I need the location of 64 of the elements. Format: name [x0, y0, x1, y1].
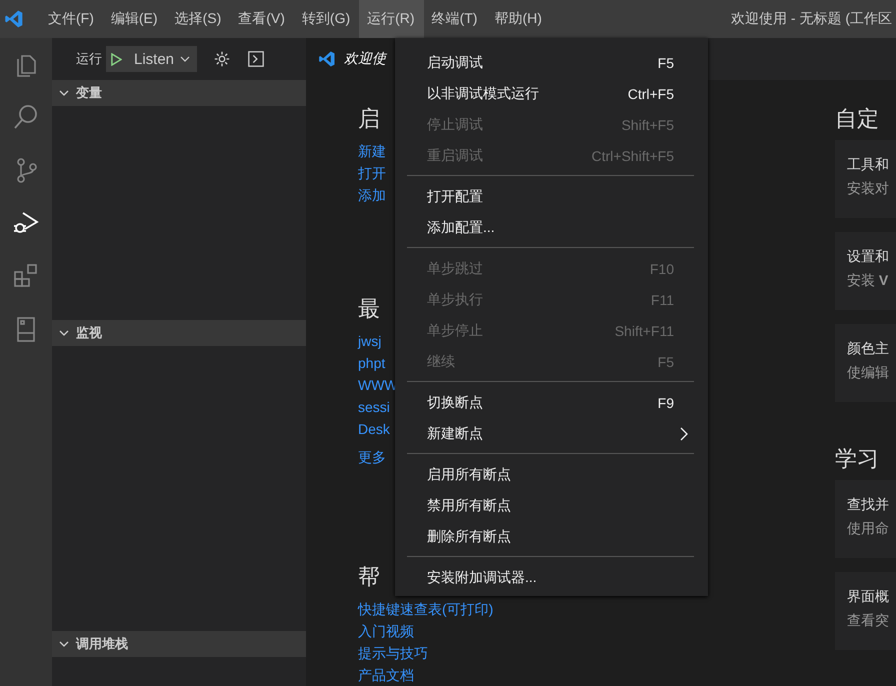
- link[interactable]: 打开: [358, 162, 386, 184]
- card-title: 设置和: [847, 248, 890, 266]
- chevron-down-icon: [180, 56, 190, 62]
- card-title: 查找并: [847, 496, 890, 514]
- extensions-icon[interactable]: [12, 262, 40, 290]
- card-text: 使用命: [847, 520, 890, 538]
- card-background[interactable]: 工具和 安装对: [835, 140, 896, 218]
- section-header[interactable]: 变量: [52, 80, 306, 106]
- section-header[interactable]: 监视: [52, 320, 306, 346]
- card-title: 工具和: [847, 156, 890, 174]
- menu-bar-item[interactable]: 终端(T): [424, 0, 486, 38]
- section-heading: 最: [358, 295, 380, 323]
- section-header[interactable]: 调用堆栈: [52, 631, 306, 657]
- card-text: 安装对: [847, 180, 890, 198]
- menu-bar-item[interactable]: 文件(F): [40, 0, 103, 38]
- section-heading: 自定: [835, 105, 879, 133]
- card-text: 查看突: [847, 612, 890, 630]
- link[interactable]: jwsj: [358, 330, 382, 352]
- menu-item[interactable]: 禁用所有断点: [395, 490, 708, 521]
- link[interactable]: sessi: [358, 396, 390, 418]
- menu-item[interactable]: 添加配置...: [395, 212, 708, 243]
- menu-bar-item[interactable]: 运行(R): [359, 0, 424, 38]
- search-icon[interactable]: [12, 103, 40, 131]
- link[interactable]: 入门视频: [358, 620, 414, 642]
- section-heading: 启: [358, 105, 380, 133]
- card-background[interactable]: 设置和 安装 V: [835, 232, 896, 310]
- link[interactable]: 产品文档: [358, 664, 414, 686]
- link[interactable]: 新建: [358, 140, 386, 162]
- menu-item[interactable]: 删除所有断点: [395, 521, 708, 552]
- window-title: 欢迎使用 - 无标题 (工作区: [731, 10, 893, 28]
- menu-bar-item[interactable]: 帮助(H): [486, 0, 551, 38]
- link[interactable]: 提示与技巧: [358, 642, 428, 664]
- terminal-icon[interactable]: [247, 50, 266, 68]
- link[interactable]: 快捷键速查表(可打印): [358, 598, 494, 620]
- link[interactable]: Desk: [358, 418, 390, 440]
- menu-item[interactable]: 启用所有断点: [395, 459, 708, 490]
- launch-config-dropdown[interactable]: Listen: [106, 46, 198, 72]
- menu-item[interactable]: 安装附加调试器...: [395, 562, 708, 593]
- card-background[interactable]: 颜色主 使编辑: [835, 324, 896, 402]
- link[interactable]: 添加: [358, 184, 386, 206]
- more-link[interactable]: 更多: [358, 446, 386, 468]
- menu-item[interactable]: 打开配置: [395, 181, 708, 212]
- play-icon: [111, 52, 122, 66]
- section-heading: 帮: [358, 563, 380, 591]
- app-logo-icon: [4, 9, 24, 29]
- menu-bar-item[interactable]: 查看(V): [230, 0, 294, 38]
- menu-item[interactable]: 切换断点 F9: [395, 387, 708, 418]
- menu-item[interactable]: 以非调试模式运行 Ctrl+F5: [395, 78, 708, 109]
- card-background[interactable]: 查找并 使用命: [835, 480, 896, 558]
- settings-icon[interactable]: [213, 50, 232, 68]
- card-title: 颜色主: [847, 340, 890, 358]
- card-title: 界面概: [847, 588, 890, 606]
- app-logo-icon: [318, 50, 336, 68]
- sidebar-title: 运行: [76, 50, 102, 68]
- card-text: 使编辑: [847, 364, 890, 382]
- chevron-right-icon: [680, 426, 688, 440]
- card-text: 安装 V: [847, 272, 890, 290]
- link[interactable]: phpt: [358, 352, 386, 374]
- menu-bar-item[interactable]: 编辑(E): [102, 0, 167, 38]
- section-heading: 学习: [835, 445, 879, 473]
- card-background[interactable]: 界面概 查看突: [835, 572, 896, 650]
- menu-item[interactable]: 新建断点: [395, 418, 708, 449]
- menu-bar-item[interactable]: 选择(S): [166, 0, 230, 38]
- menu-bar-item[interactable]: 转到(G): [294, 0, 360, 38]
